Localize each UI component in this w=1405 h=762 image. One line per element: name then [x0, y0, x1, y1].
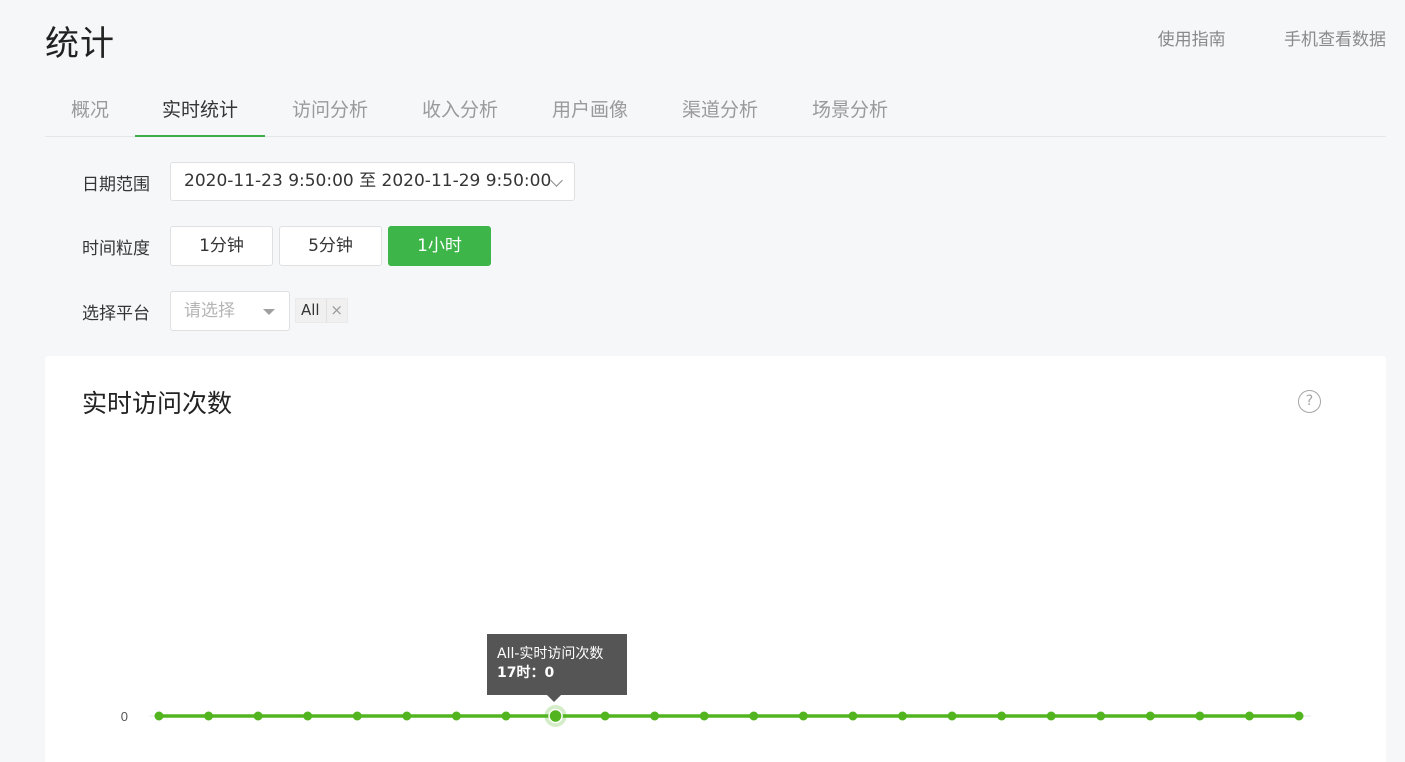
data-point[interactable]	[897, 711, 907, 721]
data-point[interactable]	[501, 711, 511, 721]
tooltip-title: All-实时访问次数	[497, 646, 604, 662]
data-point[interactable]	[352, 711, 362, 721]
y-tick-label: 0	[121, 709, 128, 724]
data-point[interactable]	[451, 711, 461, 721]
data-point[interactable]	[303, 711, 313, 721]
data-point[interactable]	[1046, 711, 1056, 721]
data-point[interactable]	[798, 711, 808, 721]
data-point[interactable]	[253, 711, 263, 721]
data-point[interactable]	[997, 711, 1007, 721]
data-point[interactable]	[154, 711, 164, 721]
data-point[interactable]	[1294, 711, 1304, 721]
data-point[interactable]	[947, 711, 957, 721]
data-point[interactable]	[204, 711, 214, 721]
data-point[interactable]	[600, 711, 610, 721]
data-point[interactable]	[699, 711, 709, 721]
data-point[interactable]	[548, 708, 563, 724]
data-point[interactable]	[650, 711, 660, 721]
tooltip-value: 17时：0	[497, 665, 555, 681]
data-point[interactable]	[1195, 711, 1205, 721]
data-point[interactable]	[1096, 711, 1106, 721]
data-point[interactable]	[1145, 711, 1155, 721]
data-point[interactable]	[402, 711, 412, 721]
data-point[interactable]	[749, 711, 759, 721]
chart-tooltip: All-实时访问次数 17时：0	[487, 634, 627, 702]
line-chart: 0	[121, 705, 1311, 727]
data-point[interactable]	[848, 711, 858, 721]
data-point[interactable]	[1244, 711, 1254, 721]
